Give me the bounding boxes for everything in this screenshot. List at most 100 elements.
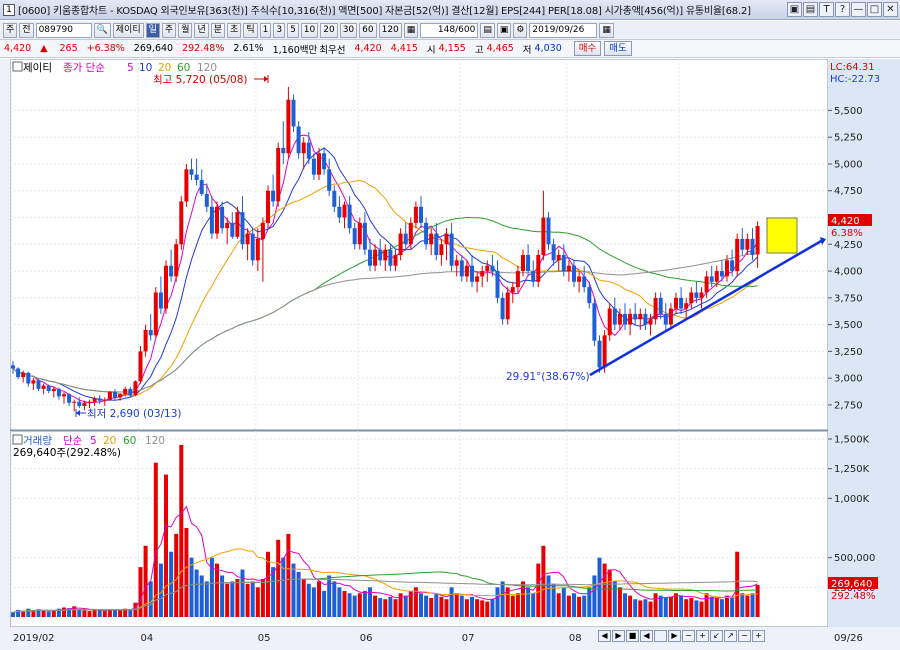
- interval-30[interactable]: 30: [339, 22, 358, 38]
- minimize-button[interactable]: —: [851, 2, 866, 17]
- increase-button[interactable]: +: [752, 630, 765, 642]
- candle-body: [470, 265, 474, 282]
- zoom-in-button[interactable]: +: [696, 630, 709, 642]
- x-axis-label: 2019/02: [13, 633, 55, 644]
- data-count-field[interactable]: 148/600: [420, 22, 479, 38]
- page-right-button[interactable]: ▶: [668, 630, 681, 642]
- volume-bar: [592, 575, 597, 617]
- candle-body: [225, 222, 230, 229]
- interval-60[interactable]: 60: [359, 22, 377, 38]
- trend-angle-label: 29.91°(38.67%): [506, 371, 590, 383]
- volume-bar: [500, 581, 505, 617]
- maximize-button[interactable]: □: [867, 2, 882, 17]
- interval-3[interactable]: 3: [273, 22, 286, 38]
- volume-bar: [215, 563, 219, 617]
- volume-bar: [260, 579, 265, 617]
- x-axis-label: 08: [569, 633, 582, 644]
- floppy-icon[interactable]: ▣: [496, 22, 512, 38]
- highlight-box[interactable]: [766, 217, 798, 254]
- grid-icon[interactable]: ▦: [403, 22, 419, 38]
- candle-body: [199, 180, 204, 194]
- high-price: 4,465: [486, 43, 514, 54]
- link-icon[interactable]: ▣: [787, 2, 802, 17]
- volume-bar: [26, 608, 31, 617]
- buy-button[interactable]: 매수: [573, 41, 602, 56]
- scroll-right-button[interactable]: ▶: [612, 630, 625, 642]
- candle-body: [566, 265, 571, 272]
- search-icon[interactable]: 🔍: [93, 22, 111, 38]
- candle-body: [158, 292, 163, 309]
- decrease-button[interactable]: −: [738, 630, 751, 642]
- interval-20[interactable]: 20: [320, 22, 338, 38]
- period-second[interactable]: 초: [227, 22, 242, 38]
- candle-body: [439, 244, 444, 255]
- candle-body: [260, 222, 265, 239]
- current-pct-tag: 6.38%: [831, 228, 863, 239]
- volume-bar: [607, 569, 612, 617]
- volume-bar: [475, 599, 480, 617]
- bid-price: 4,415: [390, 43, 418, 54]
- close-button[interactable]: ✕: [883, 2, 898, 17]
- candle-body: [342, 204, 347, 218]
- volume-bar: [480, 600, 485, 617]
- candle-body: [296, 126, 301, 154]
- scroll-left-button[interactable]: ◀: [598, 630, 611, 642]
- date-input[interactable]: 2019/09/26: [529, 22, 598, 38]
- sell-button[interactable]: 매도: [604, 41, 632, 56]
- gear-icon[interactable]: ⚙: [513, 22, 528, 38]
- candle-body: [138, 351, 143, 382]
- period-tick[interactable]: 틱: [243, 22, 258, 38]
- volume-bar: [561, 587, 566, 617]
- zoom-out-button[interactable]: −: [682, 630, 695, 642]
- period-daily[interactable]: 일: [145, 22, 160, 38]
- best-quote-label: 최우선: [319, 44, 346, 56]
- period-yearly[interactable]: 년: [194, 22, 209, 38]
- price-change-pct: +6.38%: [86, 43, 125, 54]
- stop-button[interactable]: ■: [626, 630, 639, 642]
- candle-body: [36, 380, 41, 389]
- interval-1[interactable]: 1: [259, 22, 272, 38]
- candle-body: [373, 249, 378, 266]
- volume-pct: 292.48%: [182, 43, 225, 54]
- candle-body: [286, 99, 291, 154]
- horizontal-scrollbar[interactable]: [654, 630, 667, 642]
- volume-bar: [276, 539, 281, 617]
- candle-body: [179, 201, 184, 245]
- mode-select[interactable]: 주: [3, 22, 18, 38]
- compress-icon[interactable]: ↙: [710, 630, 723, 642]
- table-icon[interactable]: ▤: [480, 22, 495, 38]
- layout-icon[interactable]: ▤: [803, 2, 818, 17]
- volume-bar: [337, 587, 342, 617]
- volume-bar: [470, 596, 474, 617]
- volume-bar: [332, 581, 337, 617]
- stock-name-button[interactable]: 제이티: [112, 22, 144, 38]
- candle-body: [266, 190, 270, 223]
- candle-body: [383, 249, 388, 261]
- interval-120[interactable]: 120: [378, 22, 402, 38]
- page-left-button[interactable]: ◀: [640, 630, 653, 642]
- volume-bar: [235, 579, 240, 617]
- interval-5[interactable]: 5: [287, 22, 299, 38]
- period-weekly[interactable]: 주: [161, 22, 177, 38]
- stock-code-input[interactable]: 089790: [35, 22, 92, 38]
- candle-body: [332, 190, 337, 207]
- candle-body: [429, 233, 434, 245]
- candle-body: [362, 222, 367, 250]
- candle-body: [271, 190, 276, 202]
- calendar-icon[interactable]: ▦: [599, 22, 614, 38]
- volume-bar: [113, 609, 117, 617]
- candle-body: [663, 313, 668, 325]
- interval-10[interactable]: 10: [300, 22, 319, 38]
- mode2-select[interactable]: 전: [19, 22, 34, 38]
- expand-icon[interactable]: ↗: [724, 630, 737, 642]
- help-icon[interactable]: ?: [835, 2, 850, 17]
- stock-chart[interactable]: 5,5005,2505,0004,7504,5004,2504,0003,750…: [0, 59, 900, 650]
- period-minute[interactable]: 분: [210, 22, 226, 38]
- period-monthly[interactable]: 월: [178, 22, 193, 38]
- candle-body: [255, 238, 260, 261]
- candle-body: [41, 385, 46, 389]
- candle-body: [449, 233, 454, 266]
- price-change: 265: [59, 43, 78, 54]
- current-volume-tag-text: 269,640: [831, 579, 872, 590]
- font-icon[interactable]: T: [819, 2, 834, 17]
